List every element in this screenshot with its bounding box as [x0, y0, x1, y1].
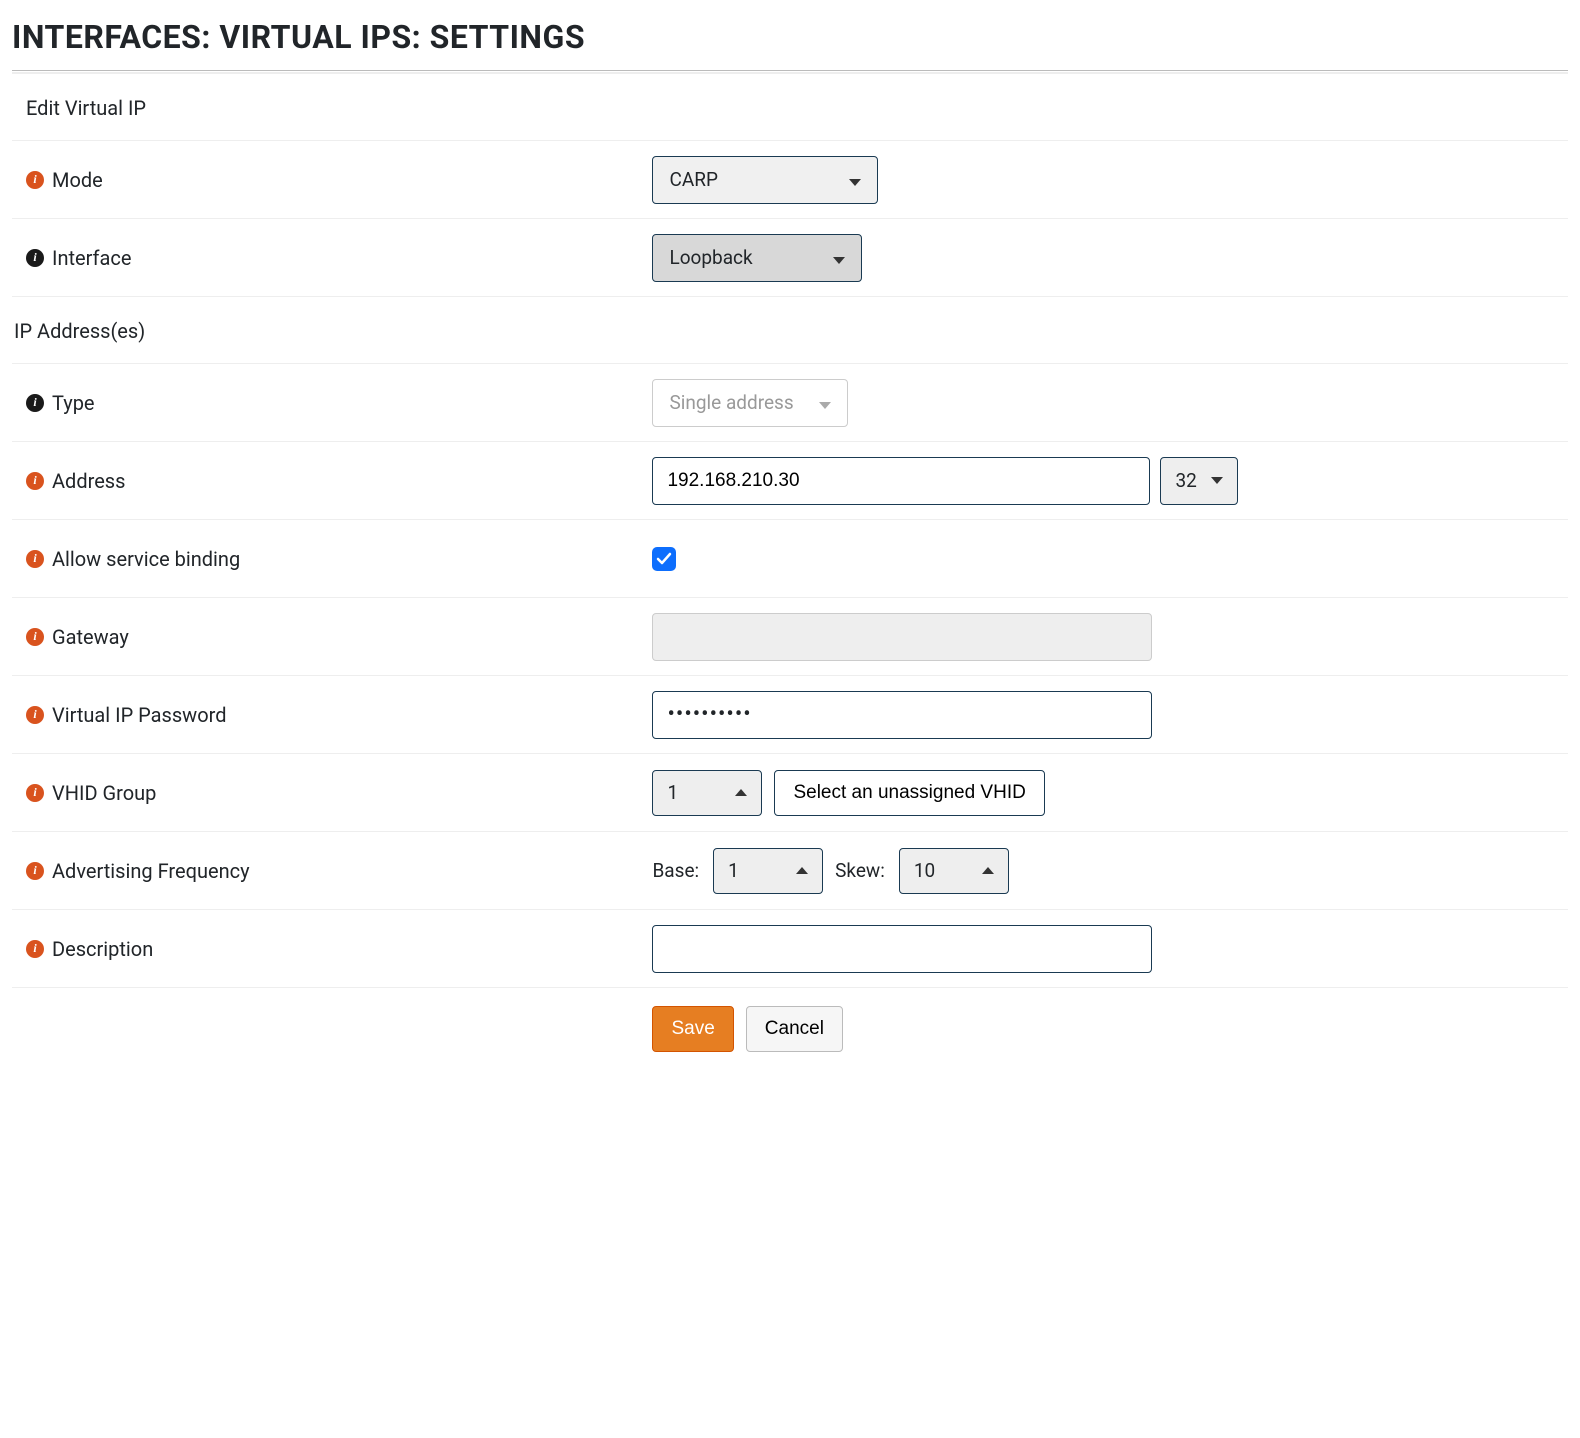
base-value: 1	[728, 859, 739, 882]
label-text: Interface	[52, 246, 131, 270]
label-mode: i Mode	[26, 168, 652, 192]
label-description: i Description	[26, 937, 652, 961]
label-text: Advertising Frequency	[52, 859, 250, 883]
skew-label: Skew:	[835, 859, 885, 882]
row-gateway: i Gateway	[12, 598, 1568, 676]
interface-select[interactable]: Loopback	[652, 234, 862, 282]
address-input[interactable]	[652, 457, 1150, 505]
chevron-up-icon	[735, 789, 747, 796]
row-adv-frequency: i Advertising Frequency Base: 1 Skew: 10	[12, 832, 1568, 910]
row-type: i Type Single address	[12, 364, 1568, 442]
save-button[interactable]: Save	[652, 1006, 733, 1052]
cancel-button[interactable]: Cancel	[746, 1006, 843, 1052]
info-icon[interactable]: i	[26, 784, 44, 802]
label-allow-binding: i Allow service binding	[26, 547, 652, 571]
type-value: Single address	[669, 391, 793, 414]
gateway-input	[652, 613, 1152, 661]
chevron-down-icon	[1211, 477, 1223, 484]
row-allow-binding: i Allow service binding	[12, 520, 1568, 598]
label-vip-password: i Virtual IP Password	[26, 703, 652, 727]
section-ip-addresses: IP Address(es)	[12, 297, 1568, 364]
row-vhid-group: i VHID Group 1 Select an unassigned VHID	[12, 754, 1568, 832]
skew-value: 10	[914, 859, 935, 882]
label-address: i Address	[26, 469, 652, 493]
info-icon[interactable]: i	[26, 249, 44, 267]
label-type: i Type	[26, 391, 652, 415]
check-icon	[656, 551, 672, 567]
page-title: INTERFACES: VIRTUAL IPS: SETTINGS	[12, 10, 1568, 71]
actions-row: Save Cancel	[12, 988, 1568, 1070]
row-address: i Address 32	[12, 442, 1568, 520]
label-text: Virtual IP Password	[52, 703, 227, 727]
label-text: Gateway	[52, 625, 129, 649]
section-edit-vip: Edit Virtual IP	[12, 74, 1568, 141]
cidr-select[interactable]: 32	[1160, 457, 1238, 505]
info-icon[interactable]: i	[26, 940, 44, 958]
label-text: Description	[52, 937, 153, 961]
info-icon[interactable]: i	[26, 550, 44, 568]
password-masked: ••••••••••	[667, 702, 751, 727]
skew-spinner[interactable]: 10	[899, 848, 1009, 894]
chevron-down-icon	[849, 179, 861, 186]
description-input[interactable]	[652, 925, 1152, 973]
info-icon[interactable]: i	[26, 394, 44, 412]
row-interface: i Interface Loopback	[12, 219, 1568, 297]
select-unassigned-vhid-button[interactable]: Select an unassigned VHID	[774, 770, 1044, 816]
info-icon[interactable]: i	[26, 628, 44, 646]
info-icon[interactable]: i	[26, 706, 44, 724]
cidr-value: 32	[1175, 469, 1196, 492]
type-select: Single address	[652, 379, 848, 427]
label-gateway: i Gateway	[26, 625, 652, 649]
chevron-up-icon	[982, 867, 994, 874]
chevron-up-icon	[796, 867, 808, 874]
row-vip-password: i Virtual IP Password ••••••••••	[12, 676, 1568, 754]
vip-password-input[interactable]: ••••••••••	[652, 691, 1152, 739]
label-text: Allow service binding	[52, 547, 240, 571]
label-adv-frequency: i Advertising Frequency	[26, 859, 652, 883]
info-icon[interactable]: i	[26, 472, 44, 490]
allow-binding-checkbox[interactable]	[652, 547, 676, 571]
label-text: VHID Group	[52, 781, 156, 805]
info-icon[interactable]: i	[26, 171, 44, 189]
info-icon[interactable]: i	[26, 862, 44, 880]
row-mode: i Mode CARP	[12, 141, 1568, 219]
interface-value: Loopback	[669, 246, 752, 269]
label-vhid-group: i VHID Group	[26, 781, 652, 805]
label-text: Type	[52, 391, 95, 415]
vhid-value: 1	[667, 781, 678, 804]
base-label: Base:	[652, 859, 699, 882]
vhid-group-spinner[interactable]: 1	[652, 770, 762, 816]
label-text: Mode	[52, 168, 103, 192]
label-interface: i Interface	[26, 246, 652, 270]
mode-value: CARP	[669, 168, 717, 191]
base-spinner[interactable]: 1	[713, 848, 823, 894]
chevron-down-icon	[833, 257, 845, 264]
mode-select[interactable]: CARP	[652, 156, 878, 204]
label-text: Address	[52, 469, 125, 493]
chevron-down-icon	[819, 402, 831, 409]
row-description: i Description	[12, 910, 1568, 988]
